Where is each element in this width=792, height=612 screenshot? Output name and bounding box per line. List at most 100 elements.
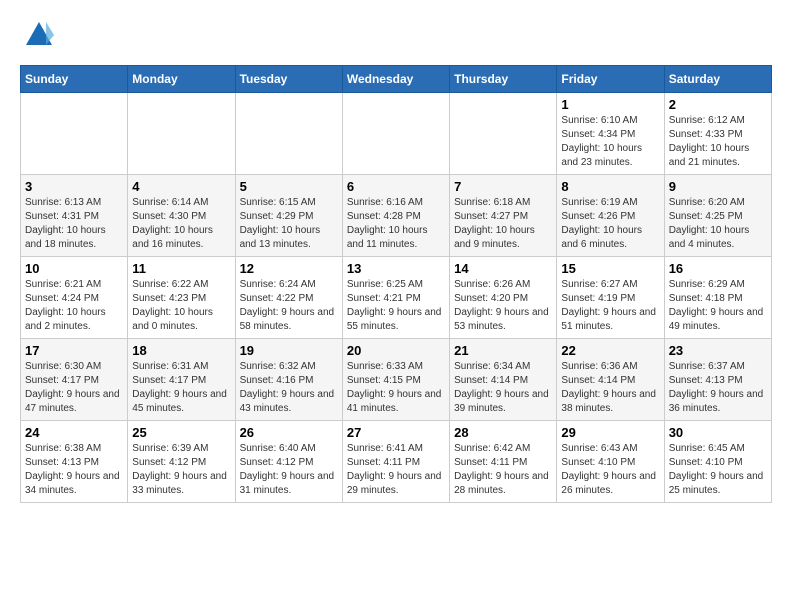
day-info: Sunrise: 6:29 AM Sunset: 4:18 PM Dayligh… <box>669 278 767 334</box>
calendar-cell: 6 Sunrise: 6:16 AM Sunset: 4:28 PM Daylig… <box>342 175 449 257</box>
calendar-cell: 15 Sunrise: 6:27 AM Sunset: 4:19 PM Dayli… <box>557 257 664 339</box>
day-number: 18 <box>132 343 230 358</box>
calendar-cell: 8 Sunrise: 6:19 AM Sunset: 4:26 PM Daylig… <box>557 175 664 257</box>
calendar-cell: 5 Sunrise: 6:15 AM Sunset: 4:29 PM Daylig… <box>235 175 342 257</box>
weekday-header-tuesday: Tuesday <box>235 66 342 93</box>
day-number: 19 <box>240 343 338 358</box>
calendar-week-3: 10 Sunrise: 6:21 AM Sunset: 4:24 PM Dayli… <box>21 257 772 339</box>
day-number: 4 <box>132 179 230 194</box>
day-info: Sunrise: 6:20 AM Sunset: 4:25 PM Dayligh… <box>669 196 767 252</box>
day-info: Sunrise: 6:15 AM Sunset: 4:29 PM Dayligh… <box>240 196 338 252</box>
calendar-cell: 4 Sunrise: 6:14 AM Sunset: 4:30 PM Daylig… <box>128 175 235 257</box>
day-info: Sunrise: 6:21 AM Sunset: 4:24 PM Dayligh… <box>25 278 123 334</box>
calendar-cell: 24 Sunrise: 6:38 AM Sunset: 4:13 PM Dayli… <box>21 421 128 503</box>
calendar-cell: 21 Sunrise: 6:34 AM Sunset: 4:14 PM Dayli… <box>450 339 557 421</box>
calendar-cell: 1Sunrise: 6:10 AM Sunset: 4:34 PM Daylig… <box>557 93 664 175</box>
calendar-cell: 30Sunrise: 6:45 AM Sunset: 4:10 PM Dayli… <box>664 421 771 503</box>
calendar-week-2: 3 Sunrise: 6:13 AM Sunset: 4:31 PM Daylig… <box>21 175 772 257</box>
day-info: Sunrise: 6:24 AM Sunset: 4:22 PM Dayligh… <box>240 278 338 334</box>
day-info: Sunrise: 6:30 AM Sunset: 4:17 PM Dayligh… <box>25 360 123 416</box>
calendar-cell: 11 Sunrise: 6:22 AM Sunset: 4:23 PM Dayli… <box>128 257 235 339</box>
day-info: Sunrise: 6:39 AM Sunset: 4:12 PM Dayligh… <box>132 442 230 498</box>
day-number: 8 <box>561 179 659 194</box>
calendar-cell <box>235 93 342 175</box>
weekday-header-sunday: Sunday <box>21 66 128 93</box>
day-info: Sunrise: 6:18 AM Sunset: 4:27 PM Dayligh… <box>454 196 552 252</box>
day-info: Sunrise: 6:14 AM Sunset: 4:30 PM Dayligh… <box>132 196 230 252</box>
day-info: Sunrise: 6:13 AM Sunset: 4:31 PM Dayligh… <box>25 196 123 252</box>
calendar-table: SundayMondayTuesdayWednesdayThursdayFrid… <box>20 65 772 503</box>
weekday-header-wednesday: Wednesday <box>342 66 449 93</box>
calendar-cell: 28 Sunrise: 6:42 AM Sunset: 4:11 PM Dayli… <box>450 421 557 503</box>
logo <box>20 20 54 55</box>
calendar-week-5: 24 Sunrise: 6:38 AM Sunset: 4:13 PM Dayli… <box>21 421 772 503</box>
calendar-cell: 26Sunrise: 6:40 AM Sunset: 4:12 PM Dayli… <box>235 421 342 503</box>
day-info: Sunrise: 6:37 AM Sunset: 4:13 PM Dayligh… <box>669 360 767 416</box>
day-info: Sunrise: 6:22 AM Sunset: 4:23 PM Dayligh… <box>132 278 230 334</box>
day-number: 11 <box>132 261 230 276</box>
day-number: 13 <box>347 261 445 276</box>
day-number: 14 <box>454 261 552 276</box>
day-number: 2 <box>669 97 767 112</box>
day-number: 7 <box>454 179 552 194</box>
calendar-week-4: 17 Sunrise: 6:30 AM Sunset: 4:17 PM Dayli… <box>21 339 772 421</box>
calendar-cell <box>342 93 449 175</box>
day-number: 29 <box>561 425 659 440</box>
calendar-cell: 12 Sunrise: 6:24 AM Sunset: 4:22 PM Dayli… <box>235 257 342 339</box>
calendar-cell: 10 Sunrise: 6:21 AM Sunset: 4:24 PM Dayli… <box>21 257 128 339</box>
calendar-cell: 25 Sunrise: 6:39 AM Sunset: 4:12 PM Dayli… <box>128 421 235 503</box>
day-number: 12 <box>240 261 338 276</box>
day-number: 3 <box>25 179 123 194</box>
day-info: Sunrise: 6:38 AM Sunset: 4:13 PM Dayligh… <box>25 442 123 498</box>
logo-icon <box>24 20 54 50</box>
weekday-header-saturday: Saturday <box>664 66 771 93</box>
calendar-cell: 7 Sunrise: 6:18 AM Sunset: 4:27 PM Daylig… <box>450 175 557 257</box>
calendar-week-1: 1Sunrise: 6:10 AM Sunset: 4:34 PM Daylig… <box>21 93 772 175</box>
day-info: Sunrise: 6:36 AM Sunset: 4:14 PM Dayligh… <box>561 360 659 416</box>
calendar-cell: 14Sunrise: 6:26 AM Sunset: 4:20 PM Dayli… <box>450 257 557 339</box>
day-number: 28 <box>454 425 552 440</box>
page-header <box>20 20 772 55</box>
day-number: 25 <box>132 425 230 440</box>
day-info: Sunrise: 6:43 AM Sunset: 4:10 PM Dayligh… <box>561 442 659 498</box>
weekday-header-thursday: Thursday <box>450 66 557 93</box>
day-info: Sunrise: 6:42 AM Sunset: 4:11 PM Dayligh… <box>454 442 552 498</box>
day-number: 17 <box>25 343 123 358</box>
calendar-cell: 16 Sunrise: 6:29 AM Sunset: 4:18 PM Dayli… <box>664 257 771 339</box>
day-number: 20 <box>347 343 445 358</box>
day-number: 15 <box>561 261 659 276</box>
calendar-cell: 20 Sunrise: 6:33 AM Sunset: 4:15 PM Dayli… <box>342 339 449 421</box>
day-number: 1 <box>561 97 659 112</box>
calendar-cell <box>21 93 128 175</box>
calendar-cell: 13 Sunrise: 6:25 AM Sunset: 4:21 PM Dayli… <box>342 257 449 339</box>
day-info: Sunrise: 6:40 AM Sunset: 4:12 PM Dayligh… <box>240 442 338 498</box>
day-info: Sunrise: 6:12 AM Sunset: 4:33 PM Dayligh… <box>669 114 767 170</box>
calendar-cell <box>128 93 235 175</box>
day-number: 10 <box>25 261 123 276</box>
day-number: 30 <box>669 425 767 440</box>
day-info: Sunrise: 6:31 AM Sunset: 4:17 PM Dayligh… <box>132 360 230 416</box>
calendar-body: 1Sunrise: 6:10 AM Sunset: 4:34 PM Daylig… <box>21 93 772 503</box>
day-info: Sunrise: 6:16 AM Sunset: 4:28 PM Dayligh… <box>347 196 445 252</box>
day-info: Sunrise: 6:25 AM Sunset: 4:21 PM Dayligh… <box>347 278 445 334</box>
weekday-header-friday: Friday <box>557 66 664 93</box>
calendar-cell <box>450 93 557 175</box>
day-info: Sunrise: 6:27 AM Sunset: 4:19 PM Dayligh… <box>561 278 659 334</box>
day-number: 16 <box>669 261 767 276</box>
day-number: 24 <box>25 425 123 440</box>
calendar-cell: 22 Sunrise: 6:36 AM Sunset: 4:14 PM Dayli… <box>557 339 664 421</box>
calendar-cell: 19Sunrise: 6:32 AM Sunset: 4:16 PM Dayli… <box>235 339 342 421</box>
calendar-cell: 2 Sunrise: 6:12 AM Sunset: 4:33 PM Daylig… <box>664 93 771 175</box>
day-number: 5 <box>240 179 338 194</box>
calendar-cell: 18 Sunrise: 6:31 AM Sunset: 4:17 PM Dayli… <box>128 339 235 421</box>
day-number: 6 <box>347 179 445 194</box>
weekday-header-monday: Monday <box>128 66 235 93</box>
calendar-cell: 9Sunrise: 6:20 AM Sunset: 4:25 PM Daylig… <box>664 175 771 257</box>
calendar-cell: 29 Sunrise: 6:43 AM Sunset: 4:10 PM Dayli… <box>557 421 664 503</box>
day-number: 22 <box>561 343 659 358</box>
day-info: Sunrise: 6:34 AM Sunset: 4:14 PM Dayligh… <box>454 360 552 416</box>
calendar-cell: 17 Sunrise: 6:30 AM Sunset: 4:17 PM Dayli… <box>21 339 128 421</box>
day-number: 21 <box>454 343 552 358</box>
day-info: Sunrise: 6:33 AM Sunset: 4:15 PM Dayligh… <box>347 360 445 416</box>
day-info: Sunrise: 6:19 AM Sunset: 4:26 PM Dayligh… <box>561 196 659 252</box>
